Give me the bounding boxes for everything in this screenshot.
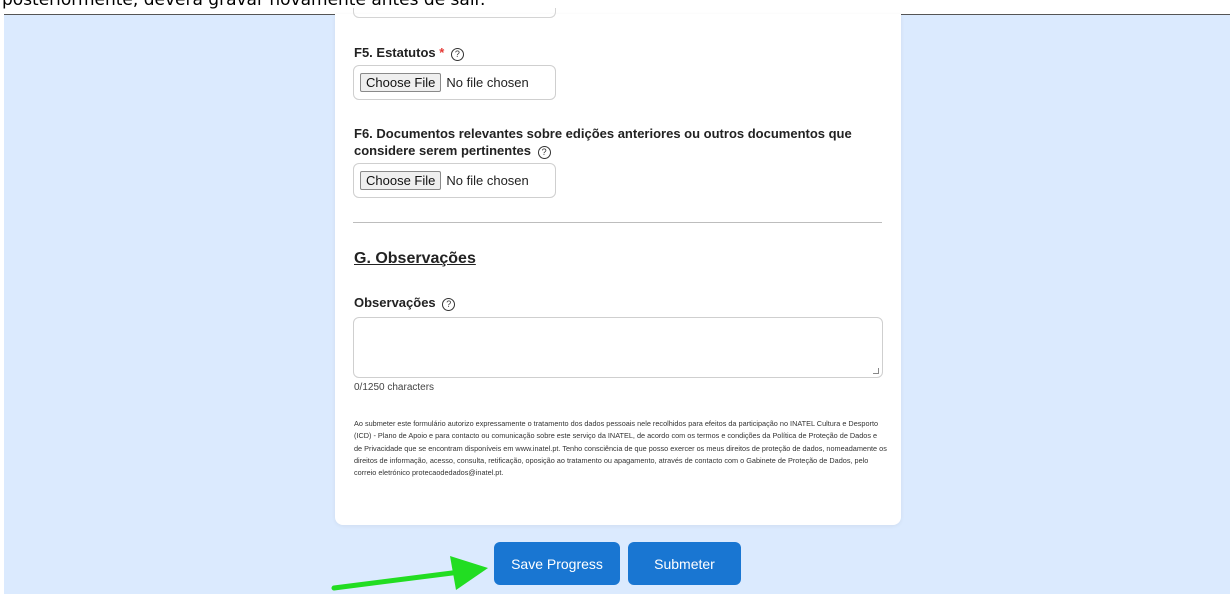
observacoes-label-text: Observações bbox=[354, 295, 436, 310]
section-divider bbox=[353, 222, 882, 223]
previous-file-field[interactable] bbox=[353, 8, 556, 18]
f6-label-text: F6. Documentos relevantes sobre edições … bbox=[354, 126, 852, 158]
f6-choose-file-button[interactable]: Choose File bbox=[360, 171, 442, 190]
f5-file-status: No file chosen bbox=[446, 75, 529, 90]
f5-choose-file-button[interactable]: Choose File bbox=[360, 73, 442, 92]
section-g-title: G. Observações bbox=[354, 250, 476, 267]
character-counter: 0/1250 characters bbox=[354, 382, 435, 393]
help-icon[interactable]: ? bbox=[442, 298, 456, 311]
green-arrow-icon bbox=[331, 556, 488, 591]
f6-file-input[interactable]: Choose File No file chosen bbox=[353, 163, 556, 198]
f5-label-text: F5. Estatutos bbox=[354, 45, 436, 60]
form-card: F5. Estatutos * ? Choose File No file ch… bbox=[335, 8, 901, 525]
resize-handle-icon[interactable] bbox=[873, 368, 879, 374]
submit-button[interactable]: Submeter bbox=[628, 542, 741, 585]
consent-text: Ao submeter este formulário autorizo exp… bbox=[354, 419, 887, 478]
save-progress-button[interactable]: Save Progress bbox=[494, 542, 620, 585]
observacoes-label: Observações ? bbox=[354, 294, 456, 311]
f6-label: F6. Documentos relevantes sobre edições … bbox=[354, 125, 894, 159]
help-icon[interactable]: ? bbox=[537, 146, 551, 159]
observacoes-textarea[interactable] bbox=[353, 317, 883, 378]
required-asterisk: * bbox=[439, 45, 445, 60]
f6-file-status: No file chosen bbox=[446, 173, 529, 188]
f5-file-input[interactable]: Choose File No file chosen bbox=[353, 65, 556, 100]
f5-label: F5. Estatutos * ? bbox=[354, 44, 464, 61]
help-icon[interactable]: ? bbox=[450, 48, 464, 61]
